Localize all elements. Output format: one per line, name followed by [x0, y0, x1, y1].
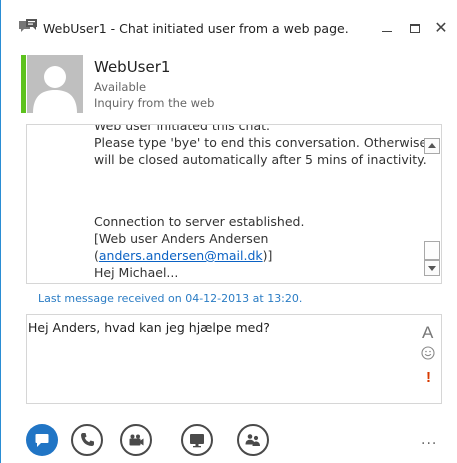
important-button[interactable]: ! — [426, 369, 431, 386]
contact-status: Available — [94, 80, 147, 94]
title-bar: WebUser1 - Chat initiated user from a we… — [1, 0, 457, 44]
call-button[interactable] — [71, 424, 103, 456]
conversation-scrollbar[interactable] — [424, 133, 440, 281]
maximize-icon — [410, 24, 420, 33]
message-line: Hej Michael... — [94, 265, 179, 280]
present-icon — [190, 434, 204, 448]
email-close: )] — [262, 248, 273, 263]
minimize-button[interactable] — [377, 18, 397, 38]
contact-note: Inquiry from the web — [94, 96, 215, 110]
video-button[interactable] — [120, 424, 152, 456]
chat-window: WebUser1 - Chat initiated user from a we… — [0, 0, 457, 463]
chat-app-icon — [19, 19, 37, 32]
people-icon — [245, 434, 260, 446]
system-message: Web user initiated this chat. Please typ… — [94, 124, 428, 168]
window-title: WebUser1 - Chat initiated user from a we… — [43, 21, 349, 36]
message-line: [Web user Anders Andersen — [94, 231, 269, 246]
contact-header: WebUser1 Available Inquiry from the web — [1, 55, 457, 115]
last-message-status: Last message received on 04-12-2013 at 1… — [38, 292, 303, 305]
video-icon — [129, 434, 144, 446]
scroll-down-button[interactable] — [424, 260, 440, 276]
maximize-button[interactable] — [405, 18, 425, 38]
message-line: Web user initiated this chat. — [94, 124, 270, 133]
more-options-button[interactable]: ... — [421, 432, 437, 448]
message-input[interactable]: Hej Anders, hvad kan jeg hjælpe med? — [27, 315, 407, 403]
arrow-up-icon — [428, 143, 436, 148]
message-line: Please type 'bye' to end this conversati… — [94, 135, 428, 150]
minimize-icon — [382, 31, 392, 32]
contact-name[interactable]: WebUser1 — [94, 58, 170, 76]
avatar[interactable] — [27, 55, 83, 113]
presence-indicator — [21, 55, 26, 113]
scroll-up-button[interactable] — [424, 138, 440, 154]
font-button[interactable]: A — [422, 323, 433, 343]
received-message: Connection to server established. [Web u… — [94, 213, 424, 281]
scroll-thumb[interactable] — [424, 241, 440, 260]
message-line: will be closed automatically after 5 min… — [94, 152, 427, 167]
emoticon-icon[interactable] — [421, 346, 435, 360]
arrow-down-icon — [428, 266, 436, 271]
message-line: Connection to server established. — [94, 214, 305, 229]
im-button[interactable] — [26, 424, 58, 456]
person-placeholder-icon — [33, 66, 77, 113]
present-button[interactable] — [181, 424, 213, 456]
participants-button[interactable] — [237, 424, 269, 456]
phone-icon — [81, 433, 94, 446]
message-line: (anders.andersen@mail.dk)] — [94, 247, 424, 264]
im-icon — [35, 434, 49, 447]
close-button[interactable]: ✕ — [431, 18, 451, 38]
compose-area: Hej Anders, hvad kan jeg hjælpe med? A ! — [26, 314, 442, 404]
conversation-history[interactable]: Web user initiated this chat. Please typ… — [26, 124, 442, 284]
email-link[interactable]: anders.andersen@mail.dk — [99, 248, 263, 263]
